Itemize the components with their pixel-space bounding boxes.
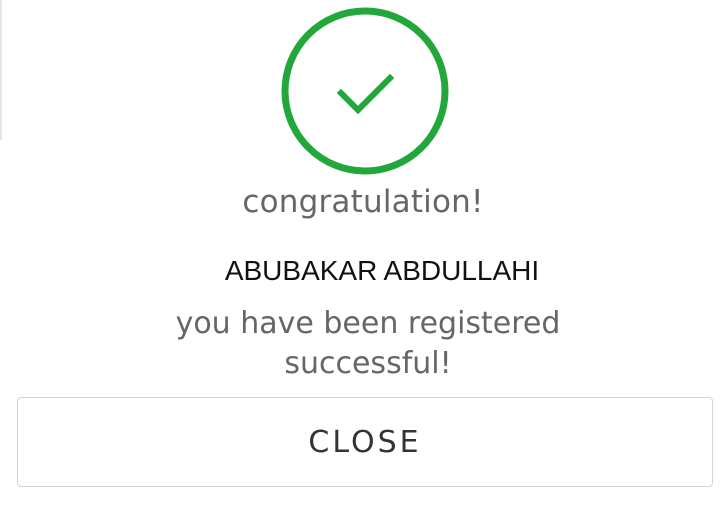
dialog-title: congratulation! (242, 184, 484, 220)
success-message: you have been registered successful! (0, 304, 720, 384)
success-message-line-2: successful! (284, 346, 452, 381)
background-edge (0, 0, 2, 140)
success-message-line-1: you have been registered (175, 306, 561, 341)
success-check-icon (280, 6, 450, 176)
close-button[interactable]: CLOSE (17, 397, 713, 487)
registered-user-name: ABUBAKAR ABDULLAHI (224, 255, 540, 286)
